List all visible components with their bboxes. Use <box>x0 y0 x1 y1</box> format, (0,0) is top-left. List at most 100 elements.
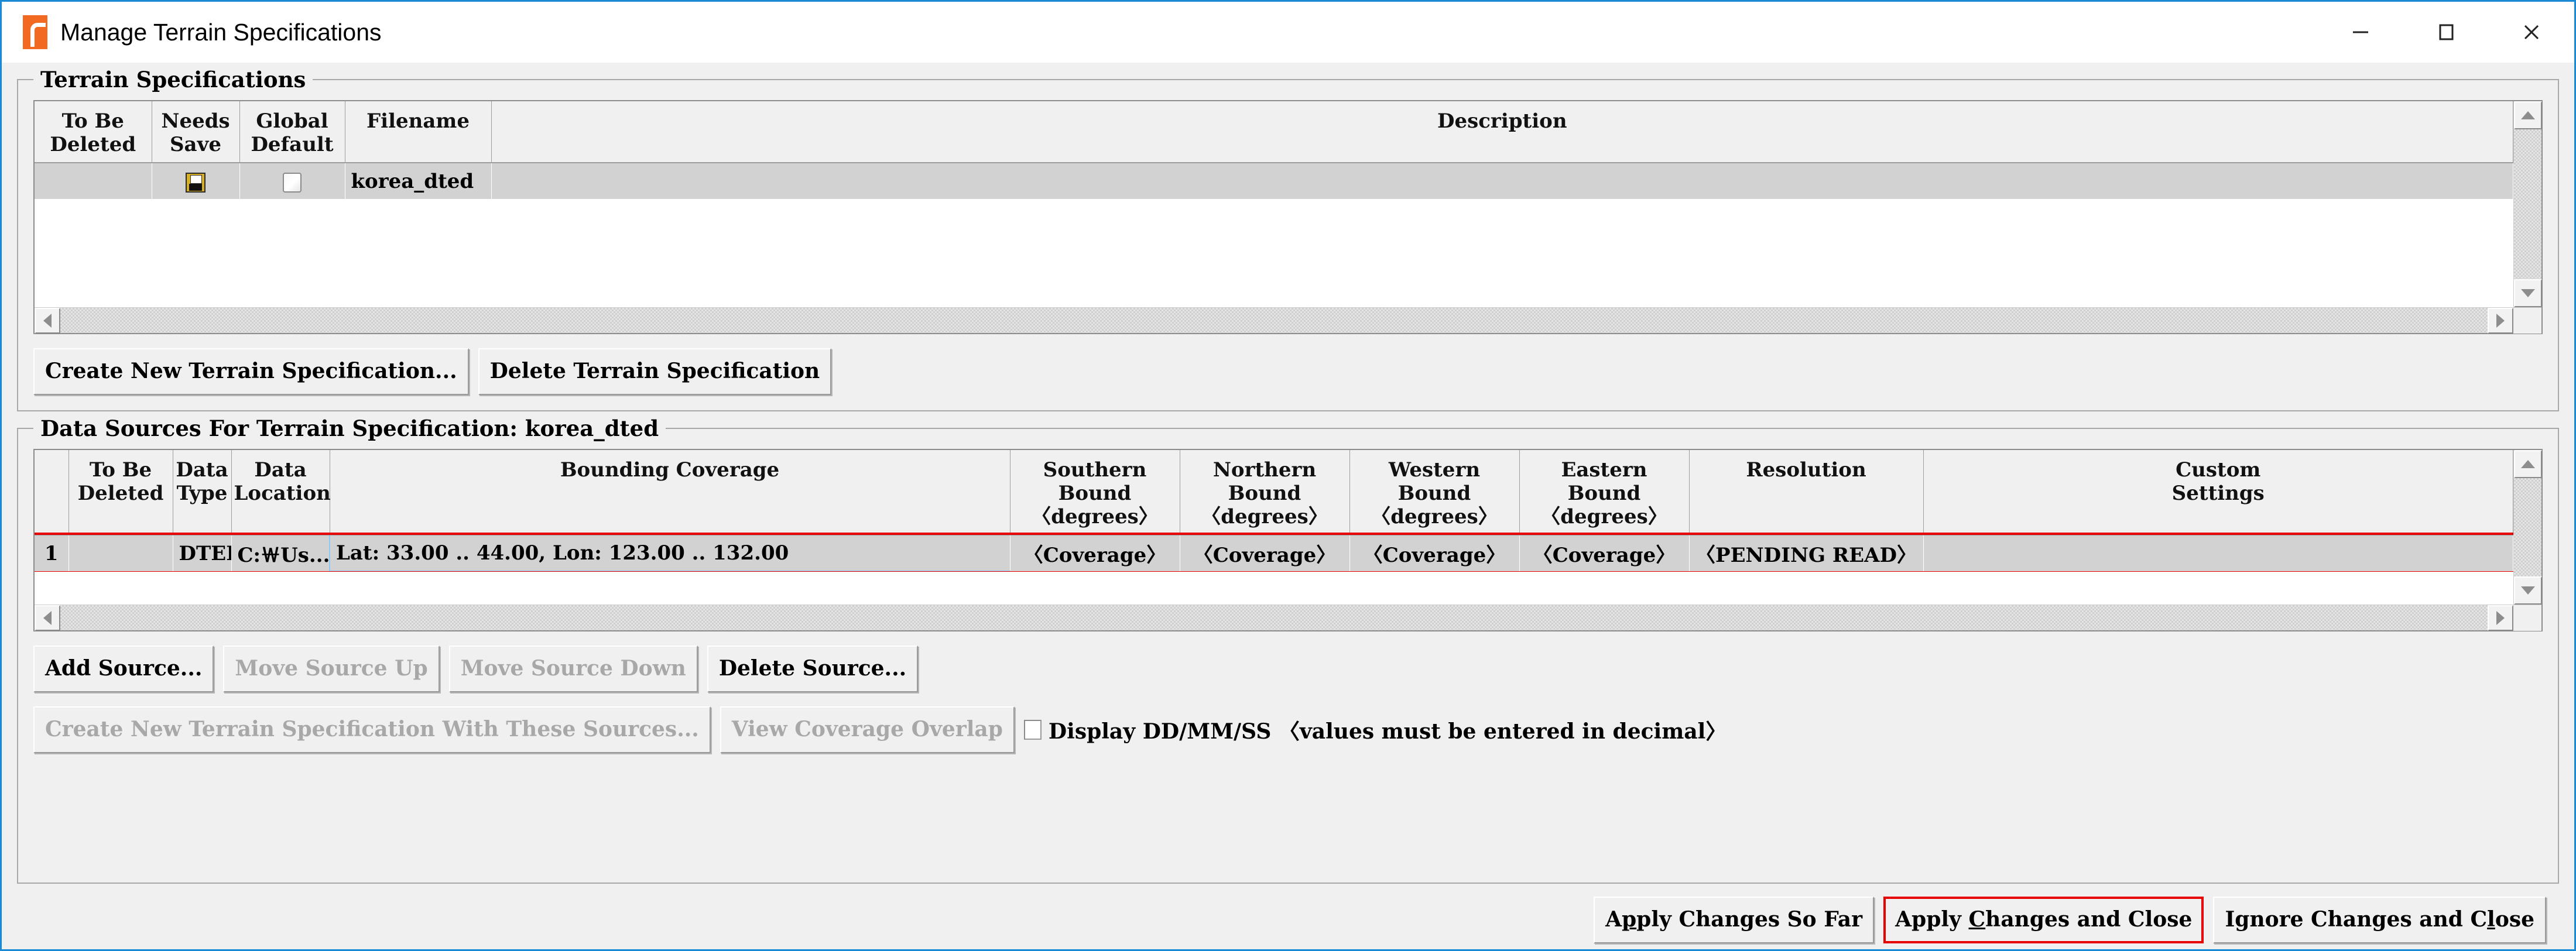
terrain-spec-vertical-scrollbar[interactable] <box>2513 101 2542 307</box>
title-bar: Manage Terrain Specifications <box>2 2 2574 63</box>
col-eastern-bound[interactable]: Eastern Bound 〈degrees〉 <box>1519 450 1690 535</box>
apply-changes-and-close-label-pre: Apply <box>1895 907 1969 932</box>
col-western-bound[interactable]: Western Bound 〈degrees〉 <box>1349 450 1520 535</box>
col-row-number <box>35 450 69 535</box>
cell-description[interactable] <box>491 163 2513 199</box>
data-sources-table: To Be Deleted Data Type Data Location Bo… <box>33 449 2543 631</box>
display-ddmmss-checkbox[interactable] <box>1023 720 1042 740</box>
col-needs-save[interactable]: Needs Save <box>152 101 240 163</box>
terrain-specifications-table: To Be Deleted Needs Save Global Default … <box>33 100 2543 334</box>
cell-needs-save[interactable] <box>152 163 240 199</box>
cell-filename[interactable]: korea_dted <box>345 163 492 199</box>
scroll-left-button[interactable] <box>35 308 60 334</box>
maximize-button[interactable] <box>2403 2 2489 63</box>
data-sources-secondary-button-row: Create New Terrain Specification With Th… <box>33 706 2543 753</box>
create-new-terrain-specification-button[interactable]: Create New Terrain Specification... <box>33 348 469 395</box>
move-source-up-button: Move Source Up <box>223 646 440 692</box>
minimize-button[interactable] <box>2318 2 2403 63</box>
data-sources-group: Data Sources For Terrain Specification: … <box>17 416 2559 884</box>
cell-resolution[interactable]: 〈PENDING READ〉 <box>1689 535 1924 571</box>
col-northern-bound[interactable]: Northern Bound 〈degrees〉 <box>1180 450 1350 535</box>
apply-changes-and-close-label-post: hanges and Close <box>1985 907 2193 932</box>
data-sources-vertical-scrollbar[interactable] <box>2513 450 2542 605</box>
global-default-checkbox[interactable] <box>283 172 302 193</box>
move-source-down-button: Move Source Down <box>448 646 698 692</box>
apply-changes-and-close-mnemonic: C <box>1968 907 1986 932</box>
ignore-changes-and-close-button[interactable]: Ignore Changes and Close <box>2213 897 2546 943</box>
terrain-spec-button-row: Create New Terrain Specification... Dele… <box>33 348 2543 395</box>
col-filename[interactable]: Filename <box>345 101 492 163</box>
scroll-track[interactable] <box>60 605 2488 630</box>
scroll-up-button[interactable] <box>2514 101 2542 129</box>
data-sources-horizontal-scrollbar[interactable] <box>35 605 2541 631</box>
col-to-be-deleted[interactable]: To Be Deleted <box>68 450 173 535</box>
cell-custom-settings[interactable] <box>1923 535 2513 571</box>
scroll-track[interactable] <box>2514 129 2541 279</box>
scrollbar-corner <box>2513 605 2541 631</box>
dialog-button-bar: Apply Changes So Far Apply Changes and C… <box>17 888 2559 949</box>
terrain-spec-horizontal-scrollbar[interactable] <box>35 307 2541 334</box>
col-bounding-coverage[interactable]: Bounding Coverage <box>330 450 1010 535</box>
scroll-right-button[interactable] <box>2488 308 2513 334</box>
col-custom-settings[interactable]: Custom Settings <box>1923 450 2513 535</box>
scroll-right-button[interactable] <box>2488 605 2513 631</box>
cell-northern-bound[interactable]: 〈Coverage〉 <box>1180 535 1350 571</box>
create-new-terrain-spec-with-sources-button: Create New Terrain Specification With Th… <box>33 706 711 753</box>
cell-eastern-bound[interactable]: 〈Coverage〉 <box>1519 535 1690 571</box>
apply-changes-so-far-mnemonic: p <box>1622 907 1637 932</box>
apply-changes-so-far-button[interactable]: Apply Changes So Far <box>1594 897 1875 943</box>
cell-to-be-deleted[interactable] <box>68 535 173 571</box>
dialog-content: Terrain Specifications To Be Deleted Nee… <box>2 63 2574 949</box>
terrain-specifications-group-title: Terrain Specifications <box>33 67 313 92</box>
col-global-default[interactable]: Global Default <box>239 101 345 163</box>
apply-changes-so-far-label-post: ply Changes So Far <box>1636 907 1863 932</box>
ignore-changes-and-close-mnemonic: l <box>2487 907 2495 932</box>
ignore-changes-and-close-label-post: ose <box>2495 907 2534 932</box>
cell-data-type[interactable]: DTED <box>173 535 232 571</box>
scroll-down-button[interactable] <box>2514 279 2542 307</box>
scroll-up-button[interactable] <box>2514 450 2542 478</box>
dialog-window: Manage Terrain Specifications Terrain Sp… <box>0 0 2576 951</box>
add-source-button[interactable]: Add Source... <box>33 646 214 692</box>
app-logo-icon <box>23 15 47 49</box>
scroll-down-button[interactable] <box>2514 576 2542 605</box>
apply-changes-so-far-label-pre: A <box>1605 907 1622 932</box>
cell-global-default[interactable] <box>239 163 345 199</box>
apply-changes-and-close-button[interactable]: Apply Changes and Close <box>1883 897 2204 943</box>
scroll-track[interactable] <box>2514 478 2541 576</box>
col-to-be-deleted[interactable]: To Be Deleted <box>35 101 152 163</box>
scrollbar-corner <box>2513 308 2541 334</box>
table-row[interactable]: korea_dted <box>35 163 2513 199</box>
data-sources-group-title: Data Sources For Terrain Specification: … <box>33 416 666 441</box>
data-sources-header-row: To Be Deleted Data Type Data Location Bo… <box>35 450 2513 535</box>
cell-western-bound[interactable]: 〈Coverage〉 <box>1349 535 1520 571</box>
data-sources-empty-area <box>35 572 2513 605</box>
scroll-left-button[interactable] <box>35 605 60 631</box>
display-ddmmss-label: Display DD/MM/SS 〈values must be entered… <box>1048 719 1727 744</box>
floppy-disk-icon <box>186 172 205 193</box>
table-row[interactable]: 1 DTED C:￦Us... Lat: 33.00 .. 44.00, Lon… <box>35 533 2513 574</box>
delete-source-button[interactable]: Delete Source... <box>707 646 919 692</box>
cell-southern-bound[interactable]: 〈Coverage〉 <box>1010 535 1180 571</box>
terrain-spec-grid: To Be Deleted Needs Save Global Default … <box>35 101 2513 199</box>
col-resolution[interactable]: Resolution <box>1689 450 1924 535</box>
data-sources-grid: To Be Deleted Data Type Data Location Bo… <box>35 450 2513 574</box>
terrain-spec-empty-area <box>35 199 2513 307</box>
cell-to-be-deleted[interactable] <box>35 163 152 199</box>
col-southern-bound[interactable]: Southern Bound 〈degrees〉 <box>1010 450 1180 535</box>
terrain-specifications-group: Terrain Specifications To Be Deleted Nee… <box>17 67 2559 411</box>
col-description[interactable]: Description <box>491 101 2513 163</box>
delete-terrain-specification-button[interactable]: Delete Terrain Specification <box>478 348 832 395</box>
col-data-type[interactable]: Data Type <box>173 450 232 535</box>
data-sources-button-row: Add Source... Move Source Up Move Source… <box>33 646 2543 692</box>
window-title: Manage Terrain Specifications <box>60 18 382 46</box>
window-controls <box>2318 2 2574 63</box>
view-coverage-overlap-button: View Coverage Overlap <box>720 706 1015 753</box>
col-data-location[interactable]: Data Location <box>231 450 331 535</box>
ignore-changes-and-close-label-pre: Ignore Changes and C <box>2225 907 2488 932</box>
scroll-track[interactable] <box>60 308 2488 333</box>
cell-bounding-coverage[interactable]: Lat: 33.00 .. 44.00, Lon: 123.00 .. 132.… <box>329 534 1010 572</box>
cell-row-number: 1 <box>35 535 69 571</box>
close-button[interactable] <box>2489 2 2574 63</box>
cell-data-location[interactable]: C:￦Us... <box>231 535 330 571</box>
